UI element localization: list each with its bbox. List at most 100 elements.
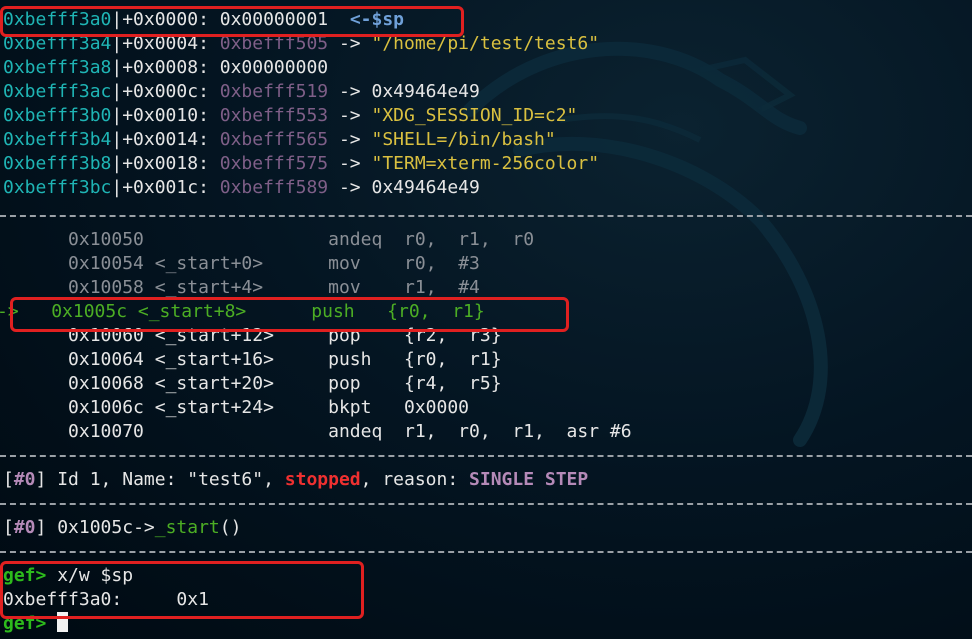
code-mnemonic: bkpt — [328, 397, 383, 418]
stack-string: "XDG_SESSION_ID=c2" — [371, 105, 578, 126]
code-operands: r1, #4 — [404, 277, 480, 298]
code-address: 0x1006c — [68, 397, 144, 418]
stack-row: 0xbefff3b0|+0x0010: 0xbefff553 -> "XDG_S… — [3, 104, 577, 128]
stack-row: 0xbefff3bc|+0x001c: 0xbefff589 -> 0x4946… — [3, 176, 480, 200]
stack-arrow: -> — [328, 105, 372, 126]
code-mnemonic: pop — [328, 325, 383, 346]
code-pad — [274, 397, 328, 418]
section-separator — [0, 215, 972, 217]
stack-address: 0xbefff3b8 — [3, 153, 112, 174]
stack-string: "/home/pi/test/test6" — [371, 33, 600, 54]
stack-offset: |+0x0000: — [111, 9, 220, 30]
stack-value: 0xbefff565 — [219, 129, 329, 150]
stack-arrow: -> — [328, 81, 372, 102]
code-pad — [274, 373, 328, 394]
stack-address: 0xbefff3bc — [3, 177, 112, 198]
stack-row: 0xbefff3a8|+0x0008: 0x00000000 — [3, 56, 328, 80]
stack-string: "SHELL=/bin/bash" — [371, 129, 556, 150]
stack-address: 0xbefff3a8 — [3, 57, 112, 78]
code-operands: r0, r1, r0 — [404, 229, 535, 250]
trace-line: [#0] 0x1005c->_start() — [3, 517, 242, 538]
code-address: 0x10058 — [68, 277, 144, 298]
stack-offset: |+0x0014: — [111, 129, 220, 150]
code-mnemonic: mov — [328, 253, 383, 274]
code-address: 0x10060 — [68, 325, 144, 346]
code-prefix — [3, 253, 68, 274]
stack-offset: |+0x001c: — [111, 177, 220, 198]
code-prefix — [3, 373, 68, 394]
code-symbol: <_start+12> — [143, 325, 274, 346]
code-pad — [263, 277, 328, 298]
stack-row: 0xbefff3ac|+0x000c: 0xbefff519 -> 0x4946… — [3, 80, 480, 104]
code-prefix — [3, 229, 68, 250]
text-cursor[interactable] — [57, 612, 69, 632]
code-address: 0x10050 — [68, 229, 144, 250]
stack-value: 0xbefff519 — [219, 81, 329, 102]
code-symbol: <_start+0> — [143, 253, 264, 274]
stack-value: 0xbefff589 — [219, 177, 329, 198]
stack-value: 0xbefff575 — [219, 153, 329, 174]
code-pad — [263, 253, 328, 274]
stack-offset: |+0x000c: — [111, 81, 220, 102]
section-separator — [0, 455, 972, 457]
output-address: 0xbefff3a0: — [3, 589, 123, 610]
stack-arrow: -> — [328, 177, 372, 198]
gef-terminal[interactable]: 0xbefff3a0|+0x0000: 0x00000001 <-$sp 0xb… — [0, 0, 972, 639]
code-line: 0x10064 <_start+16> push {r0, r1} — [3, 348, 502, 372]
sp-marker: <-$sp — [349, 9, 404, 30]
code-symbol: <_start+4> — [143, 277, 264, 298]
stack-row: 0xbefff3b4|+0x0014: 0xbefff565 -> "SHELL… — [3, 128, 556, 152]
stack-row: 0xbefff3a0|+0x0000: 0x00000001 <-$sp — [3, 8, 404, 32]
gef-prompt: gef> — [3, 613, 47, 634]
code-prefix — [3, 421, 68, 442]
code-prefix — [3, 397, 68, 418]
stack-value: 0x00000000 — [219, 57, 329, 78]
code-address: 0x10054 — [68, 253, 144, 274]
command-text: x/w $sp — [46, 565, 134, 586]
frame-index: #0 — [13, 517, 36, 538]
code-address: 0x10070 — [68, 421, 144, 442]
code-line: 0x10068 <_start+20> pop {r4, r5} — [3, 372, 502, 396]
code-operands: {r2, r3} — [404, 325, 502, 346]
stack-offset: |+0x0008: — [111, 57, 220, 78]
stack-value: 0xbefff553 — [219, 105, 329, 126]
stack-value: 0xbefff505 — [219, 33, 329, 54]
code-operands: {r0, r1} — [387, 301, 485, 322]
stack-offset: |+0x0004: — [111, 33, 220, 54]
code-pad — [144, 421, 328, 442]
code-symbol: <_start+16> — [143, 349, 274, 370]
code-operands: r1, r0, r1, asr #6 — [404, 421, 632, 442]
code-mnemonic: andeq — [328, 421, 383, 442]
stack-row: 0xbefff3a4|+0x0004: 0xbefff505 -> "/home… — [3, 32, 599, 56]
input-line[interactable]: gef> — [3, 612, 69, 636]
command-output: 0xbefff3a0: 0x1 — [3, 588, 209, 612]
code-line: 0x10058 <_start+4> mov r1, #4 — [3, 276, 480, 300]
code-address: 0x10068 — [68, 373, 144, 394]
code-symbol: <_start+8> — [127, 301, 247, 322]
current-instruction: -> 0x1005c <_start+8> push {r0, r1} — [0, 300, 485, 324]
section-separator — [0, 551, 972, 553]
gef-prompt: gef> — [3, 565, 47, 586]
command-line: gef> x/w $sp — [3, 564, 133, 588]
code-line: 0x10060 <_start+12> pop {r2, r3} — [3, 324, 502, 348]
code-operands: {r0, r1} — [404, 349, 502, 370]
trace-function: _start — [154, 517, 220, 538]
code-line: 0x10070 andeq r1, r0, r1, asr #6 — [3, 420, 632, 444]
code-mnemonic: mov — [328, 277, 383, 298]
code-line: 0x1006c <_start+24> bkpt 0x0000 — [3, 396, 469, 420]
code-line: 0x10054 <_start+0> mov r0, #3 — [3, 252, 480, 276]
stack-arrow — [328, 9, 350, 30]
stack-deref: 0x49464e49 — [371, 177, 480, 198]
thread-index: #0 — [13, 469, 36, 490]
stack-address: 0xbefff3a0 — [3, 9, 112, 30]
code-line: 0x10050 andeq r0, r1, r0 — [3, 228, 534, 252]
stack-offset: |+0x0010: — [111, 105, 220, 126]
code-address: 0x1005c — [51, 301, 128, 322]
code-mnemonic: andeq — [328, 229, 383, 250]
code-mnemonic: push — [311, 301, 366, 322]
stack-arrow: -> — [328, 153, 372, 174]
code-mnemonic: pop — [328, 373, 383, 394]
code-pad — [274, 325, 328, 346]
stack-row: 0xbefff3b8|+0x0018: 0xbefff575 -> "TERM=… — [3, 152, 599, 176]
stack-address: 0xbefff3b4 — [3, 129, 112, 150]
